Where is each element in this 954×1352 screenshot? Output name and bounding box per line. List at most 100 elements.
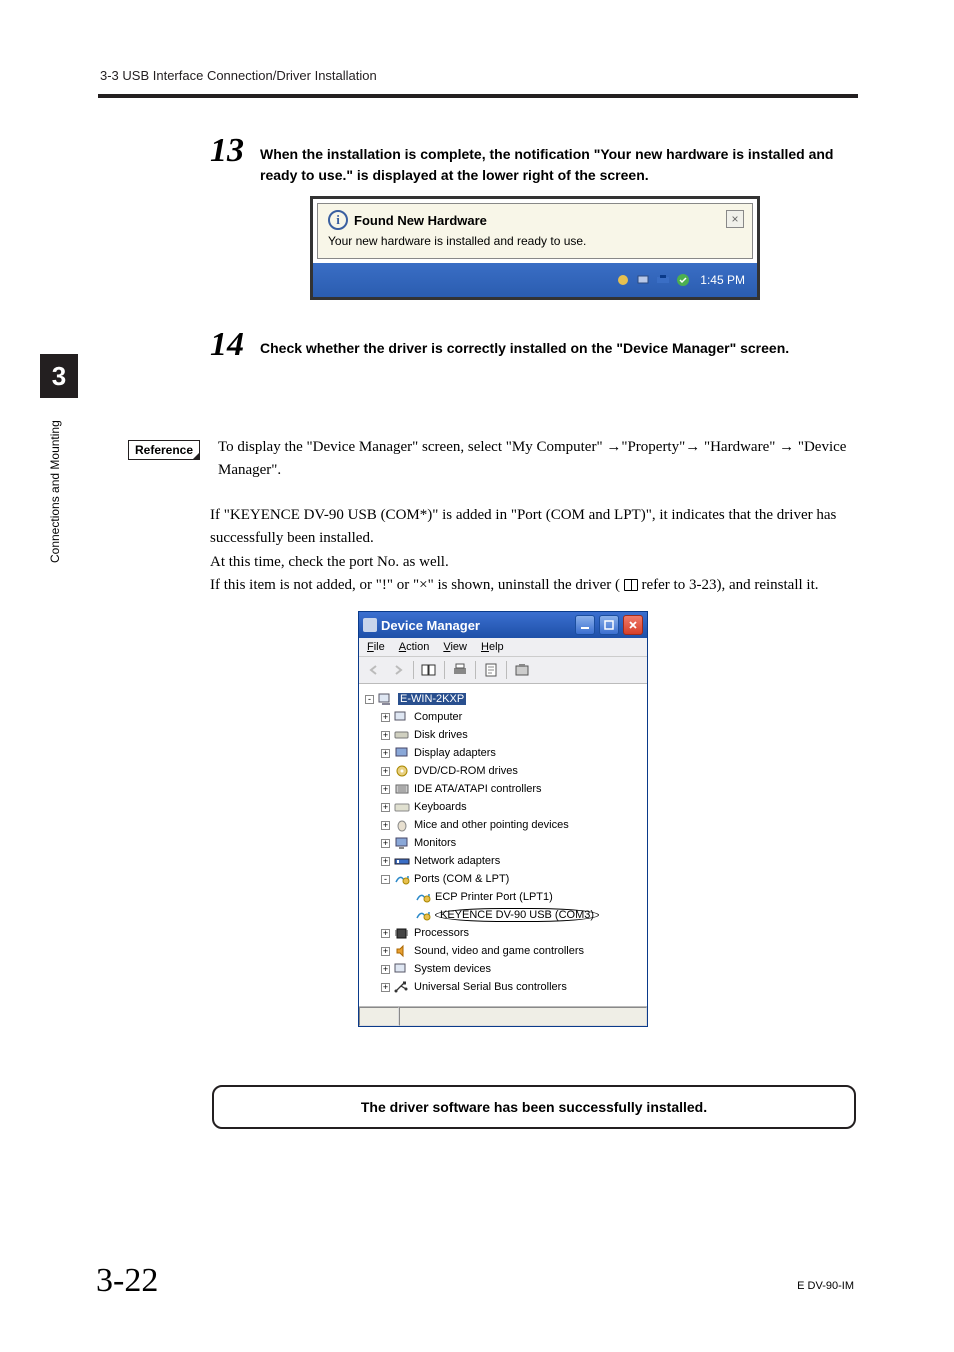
expand-icon[interactable]: + xyxy=(381,713,390,722)
node-label: Mice and other pointing devices xyxy=(414,819,569,831)
node-computer[interactable]: +Computer xyxy=(363,708,643,726)
keyboard-icon xyxy=(394,800,410,814)
device-manager-menubar: File Action View Help xyxy=(359,638,647,657)
collapse-icon[interactable]: - xyxy=(365,695,374,704)
node-label: ECP Printer Port (LPT1) xyxy=(435,891,553,903)
node-label: Network adapters xyxy=(414,855,500,867)
close-button[interactable] xyxy=(623,615,643,635)
dvd-icon xyxy=(394,764,410,778)
step-text: When the installation is complete, the n… xyxy=(260,130,860,186)
node-display-adapters[interactable]: +Display adapters xyxy=(363,744,643,762)
properties-icon[interactable] xyxy=(420,661,438,679)
expand-icon[interactable]: + xyxy=(381,821,390,830)
tray-icon-antivirus xyxy=(616,273,630,287)
print-icon[interactable] xyxy=(451,661,469,679)
body-para-2: At this time, check the port No. as well… xyxy=(210,551,860,574)
menu-file[interactable]: File xyxy=(367,641,385,653)
systray-icons xyxy=(616,273,690,287)
device-manager-statusbar xyxy=(359,1006,647,1026)
expand-icon[interactable]: + xyxy=(381,983,390,992)
expand-icon[interactable]: + xyxy=(381,767,390,776)
body-para-1: If "KEYENCE DV-90 USB (COM*)" is added i… xyxy=(210,504,860,551)
node-label: Monitors xyxy=(414,837,456,849)
node-mice[interactable]: + Mice and other pointing devices xyxy=(363,816,643,834)
device-manager-title: Device Manager xyxy=(381,618,480,633)
reference-label-text: Reference xyxy=(135,443,193,457)
node-dvd-drives[interactable]: + DVD/CD-ROM drives xyxy=(363,762,643,780)
node-keyence-port[interactable]: KEYENCE DV-90 USB (COM3) xyxy=(363,906,643,924)
tree-root[interactable]: - E-WIN-2KXP xyxy=(363,690,643,708)
device-manager-toolbar xyxy=(359,657,647,684)
device-manager-figure: Device Manager File Action View Help - E… xyxy=(358,611,648,1027)
port-icon xyxy=(415,890,431,904)
menu-view[interactable]: View xyxy=(443,641,467,653)
node-label: Processors xyxy=(414,927,469,939)
node-label: System devices xyxy=(414,963,491,975)
expand-icon[interactable]: + xyxy=(381,965,390,974)
expand-icon[interactable]: + xyxy=(381,785,390,794)
node-label: Ports (COM & LPT) xyxy=(414,873,509,885)
side-vertical-label: Connections and Mounting xyxy=(48,420,66,620)
expand-icon[interactable]: + xyxy=(381,749,390,758)
disk-icon xyxy=(394,728,410,742)
node-label: DVD/CD-ROM drives xyxy=(414,765,518,777)
expand-icon[interactable]: + xyxy=(381,857,390,866)
notification-balloon: i Found New Hardware × Your new hardware… xyxy=(317,203,753,259)
tray-icon-safely-remove xyxy=(676,273,690,287)
node-label: IDE ATA/ATAPI controllers xyxy=(414,783,542,795)
expand-icon[interactable]: + xyxy=(381,803,390,812)
menu-help[interactable]: Help xyxy=(481,641,504,653)
node-system-devices[interactable]: + System devices xyxy=(363,960,643,978)
expand-icon[interactable]: + xyxy=(381,929,390,938)
node-sound-controllers[interactable]: +Sound, video and game controllers xyxy=(363,942,643,960)
minimize-button[interactable] xyxy=(575,615,595,635)
reference-text: To display the "Device Manager" screen, … xyxy=(218,436,858,481)
node-monitors[interactable]: + Monitors xyxy=(363,834,643,852)
collapse-icon[interactable]: - xyxy=(381,875,390,884)
node-processors[interactable]: + Processors xyxy=(363,924,643,942)
book-icon xyxy=(624,579,638,591)
ports-icon xyxy=(394,872,410,886)
balloon-subtitle: Your new hardware is installed and ready… xyxy=(328,234,742,248)
node-ecp-port[interactable]: ECP Printer Port (LPT1) xyxy=(363,888,643,906)
step-text: Check whether the driver is correctly in… xyxy=(260,324,789,362)
header-rule xyxy=(98,94,858,98)
device-manager-titlebar: Device Manager xyxy=(359,612,647,638)
sheet-icon[interactable] xyxy=(482,661,500,679)
forward-icon[interactable] xyxy=(389,661,407,679)
node-ports[interactable]: - Ports (COM & LPT) xyxy=(363,870,643,888)
body-para-3: If this item is not added, or "!" or "×"… xyxy=(210,574,860,597)
maximize-button[interactable] xyxy=(599,615,619,635)
header-section-title: 3-3 USB Interface Connection/Driver Inst… xyxy=(100,68,377,83)
monitor-icon xyxy=(394,836,410,850)
reference-corner-icon xyxy=(192,452,200,460)
back-icon[interactable] xyxy=(365,661,383,679)
node-label: Universal Serial Bus controllers xyxy=(414,981,567,993)
processor-icon xyxy=(394,926,410,940)
menu-action[interactable]: Action xyxy=(399,641,430,653)
mouse-icon xyxy=(394,818,410,832)
node-network-adapters[interactable]: + Network adapters xyxy=(363,852,643,870)
taskbar-clock: 1:45 PM xyxy=(700,273,745,287)
system-icon xyxy=(394,962,410,976)
step-number: 13 xyxy=(210,130,260,186)
node-keyboards[interactable]: + Keyboards xyxy=(363,798,643,816)
page-number: 3-22 xyxy=(96,1262,158,1300)
node-disk-drives[interactable]: + Disk drives xyxy=(363,726,643,744)
tray-icon-network xyxy=(636,273,650,287)
expand-icon[interactable]: + xyxy=(381,947,390,956)
node-ide-controllers[interactable]: + IDE ATA/ATAPI controllers xyxy=(363,780,643,798)
taskbar: 1:45 PM xyxy=(313,263,757,297)
network-icon xyxy=(394,854,410,868)
balloon-close-button[interactable]: × xyxy=(726,210,744,228)
expand-icon[interactable]: + xyxy=(381,839,390,848)
refresh-icon[interactable] xyxy=(513,661,531,679)
ide-icon xyxy=(394,782,410,796)
node-label: Disk drives xyxy=(414,729,468,741)
found-new-hardware-figure: i Found New Hardware × Your new hardware… xyxy=(310,196,760,300)
node-label: Keyboards xyxy=(414,801,467,813)
step-number: 14 xyxy=(210,324,260,362)
expand-icon[interactable]: + xyxy=(381,731,390,740)
usb-icon xyxy=(394,980,410,994)
node-usb-controllers[interactable]: + Universal Serial Bus controllers xyxy=(363,978,643,996)
